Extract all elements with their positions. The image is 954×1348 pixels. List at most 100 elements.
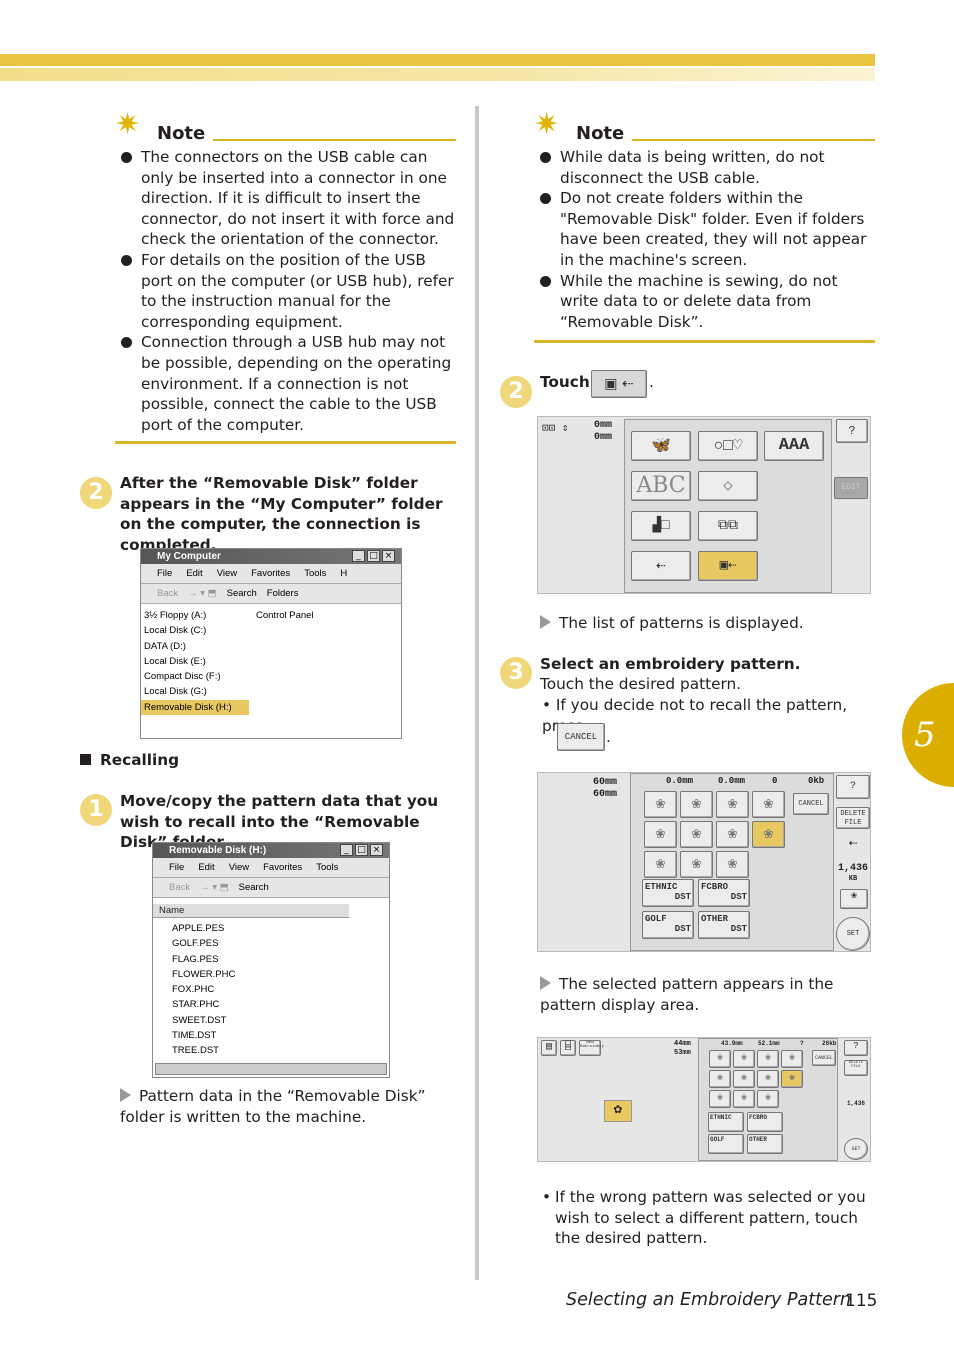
file-item[interactable]: APPLE.PES [169,921,389,936]
cancel-button[interactable]: CANCEL [557,723,605,751]
search-button[interactable]: Search [227,588,257,599]
card-button[interactable]: ⧉⧉ [698,511,758,541]
folder-button[interactable]: FCBRO DST [698,879,750,907]
nav-arrows-icon: → ▾ ⬒ [188,588,217,599]
file-item[interactable]: TREE.DST [169,1043,389,1058]
close-icon[interactable]: × [382,550,395,562]
monogram-button[interactable]: ABC [631,471,691,501]
file-item[interactable]: GOLF.PES [169,936,389,951]
pattern-thumbnail[interactable]: ❀ [680,791,713,818]
new-embroidery-button[interactable]: New Embroidery [579,1040,604,1056]
pattern-thumbnail[interactable]: ❀ [752,821,785,848]
folder-button[interactable]: ETHNIC [708,1112,744,1132]
delete-file-button[interactable]: DELETE FILE [844,1060,868,1076]
folder-button[interactable]: OTHER DST [698,911,750,939]
minimize-icon[interactable]: _ [352,550,365,562]
control-panel-item[interactable]: Control Panel [253,608,314,623]
monogram-frame-button[interactable]: ◇ [698,471,758,501]
note-title: Note [576,123,625,144]
drive-item[interactable]: Local Disk (G:) [141,684,401,699]
folder-button[interactable]: GOLF DST [642,911,694,939]
edit-button[interactable]: EDIT [834,477,868,499]
menu-favorites[interactable]: Favorites [251,568,290,579]
pattern-thumbnail[interactable]: ❀ [680,851,713,878]
pattern-thumbnail[interactable]: ❀ [709,1050,731,1068]
folder-button[interactable]: FCBRO [747,1112,783,1132]
pattern-thumbnail[interactable]: ❀ [733,1070,755,1088]
file-item[interactable]: FLOWER.PHC [169,967,389,982]
cancel-button[interactable]: CANCEL [793,793,829,815]
help-button[interactable]: ? [836,419,868,443]
pattern-thumbnail[interactable]: ❀ [733,1090,755,1108]
file-item[interactable]: STAR.PHC [169,997,389,1012]
pattern-thumbnail[interactable]: ❀ [716,791,749,818]
folders-button[interactable]: Folders [267,588,299,599]
selected-pattern-preview[interactable]: ✿ [604,1100,632,1122]
pattern-thumbnail[interactable]: ❀ [781,1070,803,1088]
search-button[interactable]: Search [239,882,269,893]
minimize-icon[interactable]: _ [340,844,353,856]
file-item[interactable]: FOX.PHC [169,982,389,997]
pattern-thumbnail[interactable]: ❀ [781,1050,803,1068]
help-button[interactable]: ? [844,1040,868,1056]
menu-file[interactable]: File [157,568,172,579]
menu-view[interactable]: View [229,862,249,873]
horizontal-scrollbar[interactable] [155,1063,387,1075]
pattern-thumbnail[interactable]: ❀ [644,791,677,818]
drive-item[interactable]: Local Disk (E:) [141,654,401,669]
pattern-thumbnail[interactable]: ❀ [709,1070,731,1088]
pattern-thumbnail[interactable]: ❀ [716,821,749,848]
menu-tools[interactable]: Tools [304,568,326,579]
step-title: Select an embroidery pattern. [540,655,801,673]
back-button[interactable]: Back [157,588,178,599]
menu-view[interactable]: View [217,568,237,579]
pattern-thumbnail[interactable]: ❀ [752,791,785,818]
pattern-thumbnail[interactable]: ❀ [680,821,713,848]
pattern-thumbnail[interactable]: ❀ [644,821,677,848]
drive-item[interactable]: DATA (D:) [141,639,401,654]
pattern-thumbnail[interactable]: ❀ [716,851,749,878]
pattern-thumbnail[interactable]: ❀ [644,851,677,878]
folder-button[interactable]: ETHNIC DST [642,879,694,907]
back-button[interactable]: Back [169,882,190,893]
drive-item[interactable]: Local Disk (C:) [141,623,401,638]
cancel-button[interactable]: CANCEL [812,1050,836,1066]
pocket-button[interactable]: ▟□ [631,511,691,541]
maximize-icon[interactable]: □ [367,550,380,562]
pattern-thumbnail[interactable]: ❀ [733,1050,755,1068]
pattern-preview-button[interactable]: ❀ [840,889,868,909]
drive-item[interactable]: Compact Disc (F:) [141,669,401,684]
frame-patterns-button[interactable]: ○□♡ [698,431,758,461]
menu-edit[interactable]: Edit [198,862,214,873]
machine-icon[interactable]: ⌸ [560,1040,576,1056]
drive-item-removable[interactable]: Removable Disk (H:) [141,699,249,716]
help-button[interactable]: ? [836,775,870,799]
pattern-thumbnail[interactable]: ❀ [757,1050,779,1068]
computer-usb-button[interactable]: ▣⇠ [698,551,758,581]
usb-button[interactable]: ⇠ [631,551,691,581]
folder-button[interactable]: GOLF [708,1134,744,1154]
maximize-icon[interactable]: □ [355,844,368,856]
pattern-thumbnail[interactable]: ❀ [757,1090,779,1108]
delete-file-button[interactable]: DELETE FILE [836,807,870,829]
menu-tools[interactable]: Tools [316,862,338,873]
header-band-light [0,68,875,81]
menu-favorites[interactable]: Favorites [263,862,302,873]
pattern-thumbnail[interactable]: ❀ [757,1070,779,1088]
embroidery-patterns-button[interactable]: 🦋 [631,431,691,461]
set-button[interactable]: SET [844,1138,868,1160]
folder-button[interactable]: OTHER [747,1134,783,1154]
alphabet-button[interactable]: AAA [764,431,824,461]
file-item[interactable]: FLAG.PES [169,952,389,967]
pattern-thumbnail[interactable]: ❀ [709,1090,731,1108]
usb-computer-button[interactable]: ▣ ⇠ [591,370,647,398]
set-button[interactable]: SET [836,917,870,951]
menu-edit[interactable]: Edit [186,568,202,579]
menu-help[interactable]: H [340,568,347,579]
menu-file[interactable]: File [169,862,184,873]
file-item[interactable]: SWEET.DST [169,1013,389,1028]
name-column-header[interactable]: Name [153,904,349,918]
page-icon[interactable]: ▤ [541,1040,557,1056]
close-icon[interactable]: × [370,844,383,856]
file-item[interactable]: TIME.DST [169,1028,389,1043]
